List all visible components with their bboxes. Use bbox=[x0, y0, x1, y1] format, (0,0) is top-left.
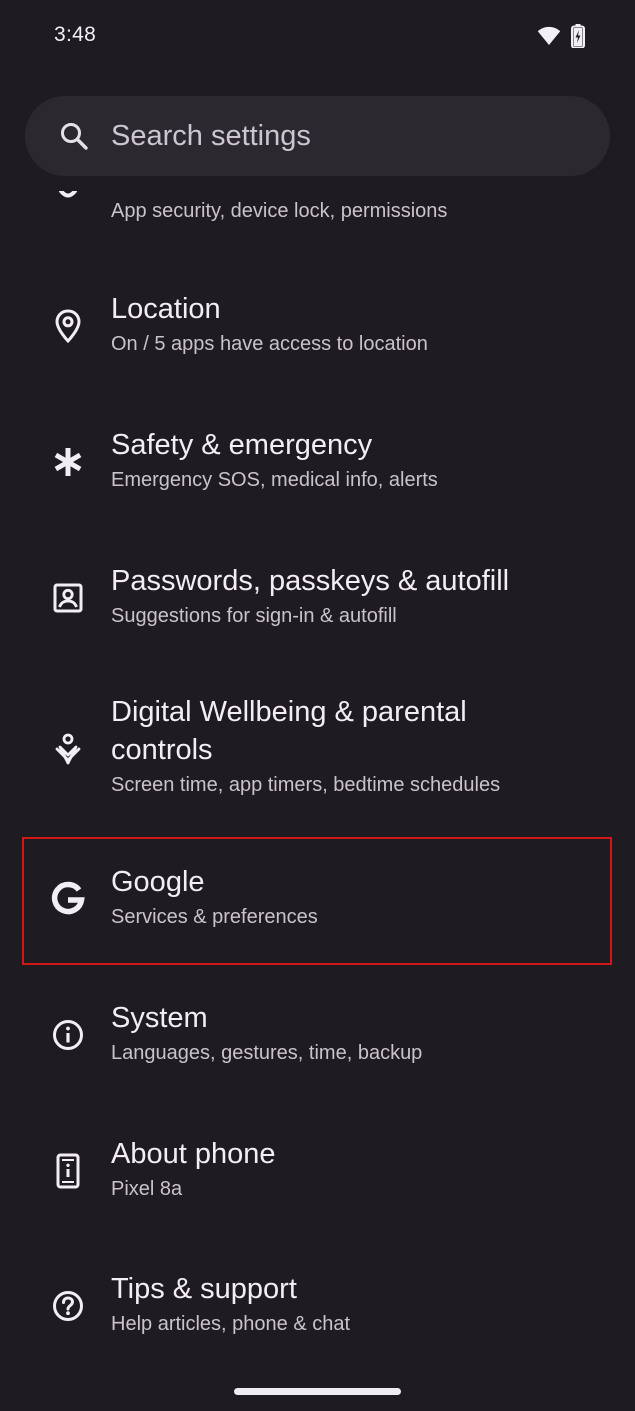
settings-item-title: Safety & emergency bbox=[111, 429, 373, 461]
settings-item-subtitle: Help articles, phone & chat bbox=[111, 1313, 351, 1335]
security-icon bbox=[56, 190, 80, 202]
search-icon bbox=[59, 121, 89, 151]
search-input[interactable] bbox=[111, 116, 581, 156]
settings-item-title-line1: Digital Wellbeing & parental bbox=[111, 696, 467, 728]
home-indicator[interactable] bbox=[234, 1388, 401, 1395]
settings-item-about-phone[interactable]: About phone Pixel 8a bbox=[0, 1115, 635, 1225]
status-time: 3:48 bbox=[54, 23, 97, 46]
settings-item-subtitle: Languages, gestures, time, backup bbox=[111, 1042, 423, 1064]
settings-item-security[interactable]: App security, device lock, permissions bbox=[0, 176, 635, 236]
settings-item-title: Google bbox=[111, 866, 205, 898]
settings-item-passwords[interactable]: Passwords, passkeys & autofill Suggestio… bbox=[0, 542, 635, 652]
wifi-icon bbox=[537, 26, 561, 45]
settings-item-subtitle: Suggestions for sign-in & autofill bbox=[111, 605, 397, 627]
settings-item-subtitle: App security, device lock, permissions bbox=[111, 200, 448, 222]
battery-charging-icon bbox=[571, 24, 585, 48]
wellbeing-icon bbox=[50, 731, 86, 767]
settings-item-subtitle: Pixel 8a bbox=[111, 1178, 183, 1200]
phone-info-icon bbox=[50, 1153, 86, 1189]
settings-item-title-line2: controls bbox=[111, 734, 213, 766]
settings-item-subtitle: Services & preferences bbox=[111, 906, 318, 928]
settings-item-location[interactable]: Location On / 5 apps have access to loca… bbox=[0, 270, 635, 380]
settings-item-title: System bbox=[111, 1002, 208, 1034]
settings-item-digital-wellbeing[interactable]: Digital Wellbeing & parental controls Sc… bbox=[0, 674, 635, 824]
settings-item-tips-support[interactable]: Tips & support Help articles, phone & ch… bbox=[0, 1250, 635, 1360]
settings-item-title: Tips & support bbox=[111, 1273, 297, 1305]
settings-item-title: Location bbox=[111, 293, 221, 325]
location-pin-icon bbox=[50, 308, 86, 344]
asterisk-icon bbox=[50, 444, 86, 480]
settings-item-title: About phone bbox=[111, 1138, 276, 1170]
settings-item-system[interactable]: System Languages, gestures, time, backup bbox=[0, 979, 635, 1089]
settings-item-subtitle: On / 5 apps have access to location bbox=[111, 333, 428, 355]
settings-item-subtitle: Screen time, app timers, bedtime schedul… bbox=[111, 774, 501, 796]
google-g-icon bbox=[50, 881, 86, 917]
settings-item-title: Passwords, passkeys & autofill bbox=[111, 565, 510, 597]
info-icon bbox=[50, 1017, 86, 1053]
help-icon bbox=[50, 1288, 86, 1324]
settings-item-google[interactable]: Google Services & preferences bbox=[0, 843, 635, 959]
settings-item-safety-emergency[interactable]: Safety & emergency Emergency SOS, medica… bbox=[0, 406, 635, 516]
status-bar: 3:48 bbox=[0, 0, 635, 72]
settings-item-subtitle: Emergency SOS, medical info, alerts bbox=[111, 469, 438, 491]
account-box-icon bbox=[50, 580, 86, 616]
status-icons bbox=[537, 24, 585, 48]
search-bar[interactable] bbox=[25, 96, 610, 176]
